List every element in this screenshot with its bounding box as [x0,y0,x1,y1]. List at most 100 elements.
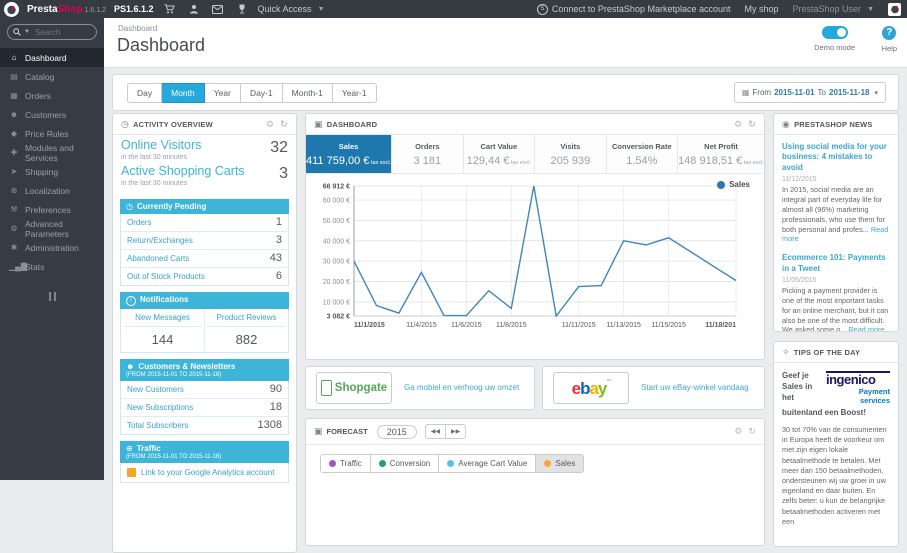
stat-row-orders[interactable]: Orders 1 [121,214,288,231]
product-reviews-link[interactable]: Product Reviews [207,313,286,327]
activity-overview-title: ACTIVITY OVERVIEW [133,119,213,129]
cart-icon[interactable] [162,3,178,15]
prestashop-logo-icon[interactable] [4,1,19,17]
help-icon[interactable]: ? [882,26,897,40]
gear-icon[interactable]: ⚙ [734,119,742,130]
sidebar-item-price-rules[interactable]: ◆ Price Rules [0,124,104,143]
kpi-conversion-rate[interactable]: Conversion Rate 1.54% [606,135,679,173]
sales-dot-icon [544,460,552,467]
page-title: Dashboard [117,35,206,55]
stat-row-out-of-stock-products[interactable]: Out of Stock Products 6 [121,266,288,285]
active-carts-link[interactable]: Active Shopping Carts [121,164,245,179]
gear-icon[interactable]: ⚙ [734,426,742,437]
user-avatar[interactable] [888,2,901,16]
sidebar-item-modules-and-services[interactable]: ✚ Modules and Services [0,143,104,163]
customers-topbar-icon[interactable] [186,3,202,15]
sidebar-item-administration[interactable]: ✱ Administration [0,238,104,257]
my-shop-link[interactable]: My shop [745,4,779,14]
sidebar-item-localization[interactable]: ⊕ Localization [0,181,104,200]
article-title-link[interactable]: Ecommerce 101: Payments in a Tweet [782,253,890,274]
tip-text: 30 tot 70% van de consumenten in Europa … [782,424,887,526]
sidebar-item-stats[interactable]: ▁▄▇ Stats [0,257,104,276]
shopgate-link[interactable]: Ga mobiel en verhoog uw omzet [404,383,519,393]
svg-text:11/1/2015: 11/1/2015 [354,322,385,329]
search-input[interactable] [32,26,91,38]
refresh-icon[interactable]: ↻ [280,119,288,130]
period-button-month[interactable]: Month [162,83,205,103]
shopgate-logo[interactable]: Shopgate [316,372,392,404]
sidebar-item-dashboard[interactable]: ⌂ Dashboard [0,48,104,67]
ingenico-logo[interactable]: ingenico Payment services [826,371,890,405]
kpi-sales[interactable]: Sales 411 759,00 € tax excl. [306,135,393,173]
shopgate-brand: Shopgate [334,382,388,394]
ebay-logo[interactable]: ebay™ [553,372,629,404]
google-analytics-link[interactable]: Link to your Google Analytics account [141,468,274,477]
stat-row-return-exchanges[interactable]: Return/Exchanges 3 [121,230,288,249]
kpi-cart-value[interactable]: Cart Value 129,44 € tax excl. [463,135,536,173]
stat-row-total-subscribers[interactable]: Total Subscribers 1308 [121,415,288,434]
read-more-link[interactable]: Read more [848,325,884,331]
sales-line-chart: 66 912 € 60 000 € 50 000 € 40 000 € 30 000 €… [323,184,737,329]
period-button-month-1[interactable]: Month-1 [282,83,333,103]
administration-icon: ✱ [10,243,18,252]
sidebar-item-shipping[interactable]: ➤ Shipping [0,162,104,181]
search-scope-caret[interactable]: ▼ [24,29,30,35]
catalog-icon: ▤ [10,72,18,81]
google-analytics-icon [127,467,136,477]
sidebar-item-preferences[interactable]: ⚒ Preferences [0,200,104,219]
kpi-value: 129,44 € tax excl. [466,154,532,167]
quick-access-menu[interactable]: Quick Access ▼ [258,4,325,14]
sidebar-item-label: Orders [25,90,51,101]
demo-mode-toggle[interactable] [821,26,848,39]
kpi-net-profit[interactable]: Net Profit 148 918,51 € tax excl. [678,135,764,173]
customer-icon: ☻ [126,361,135,371]
gear-icon[interactable]: ⚙ [266,119,274,130]
online-visitors-link[interactable]: Online Visitors [121,138,201,153]
page-header: Dashboard Dashboard Demo mode ? Help [104,18,907,68]
date-range-picker[interactable]: ▦ From 2015-11-01 To 2015-11-18 ▾ [733,82,886,103]
period-button-day-1[interactable]: Day-1 [240,83,283,103]
article-title-link[interactable]: Using social media for your business: 4 … [782,142,890,173]
legend-label: Average Cart Value [458,459,528,468]
sidebar-search[interactable]: ▼ [7,24,97,40]
sidebar-item-advanced-parameters[interactable]: ⚙ Advanced Parameters [0,219,104,239]
forecast-legend-conversion[interactable]: Conversion [369,455,439,472]
stat-label: Orders [127,217,152,227]
kpi-value: 205 939 [550,154,591,167]
period-button-year[interactable]: Year [204,83,241,103]
svg-text:11/8/2015: 11/8/2015 [496,322,527,329]
toggle-knob-icon [836,28,846,37]
forecast-legend-traffic[interactable]: Traffic [321,455,370,472]
trophy-icon[interactable] [234,3,250,15]
period-button-day[interactable]: Day [127,83,163,103]
new-messages-link[interactable]: New Messages [123,313,202,327]
refresh-icon[interactable]: ↻ [748,119,756,130]
brand-name[interactable]: PrestaShop 1.6.1.2 [27,4,106,15]
stat-row-new-customers[interactable]: New Customers 90 [121,381,288,398]
kpi-orders[interactable]: Orders 3 181 [392,135,464,173]
exclamation-icon: ! [126,295,136,306]
sidebar-item-orders[interactable]: ▦ Orders [0,86,104,105]
previous-year-button[interactable]: ◀◀ [424,424,446,439]
sidebar-collapse-toggle[interactable] [0,288,104,306]
next-year-button[interactable]: ▶▶ [445,424,467,439]
sidebar-item-customers[interactable]: ☻ Customers [0,105,104,124]
sidebar-item-catalog[interactable]: ▤ Catalog [0,67,104,86]
stat-row-new-subscriptions[interactable]: New Subscriptions 18 [121,397,288,416]
forecast-legend-average-cart-value[interactable]: Average Cart Value [438,455,536,472]
forecast-legend-sales[interactable]: Sales [535,455,584,472]
kpi-visits[interactable]: Visits 205 939 [535,135,607,173]
stat-value: 1 [275,216,282,228]
messages-icon[interactable] [210,3,226,15]
refresh-icon[interactable]: ↻ [748,426,756,437]
shop-name[interactable]: PS1.6.1.2 [114,4,154,14]
period-button-year-1[interactable]: Year-1 [332,83,377,103]
user-menu[interactable]: PrestaShop User ▼ [793,4,874,14]
marketplace-connect-link[interactable]: S Connect to PrestaShop Marketplace accou… [536,3,731,15]
ebay-banner: ebay™ Start uw eBay-winkel vandaag [542,366,765,410]
topbar-left: PrestaShop 1.6.1.2 PS1.6.1.2 Quick Access… [0,1,325,17]
pending-section-header: ◷ Currently Pending [120,198,289,214]
ebay-link[interactable]: Start uw eBay-winkel vandaag [641,383,749,393]
stat-row-abandoned-carts[interactable]: Abandoned Carts 43 [121,248,288,267]
svg-text:50 000 €: 50 000 € [323,218,350,225]
